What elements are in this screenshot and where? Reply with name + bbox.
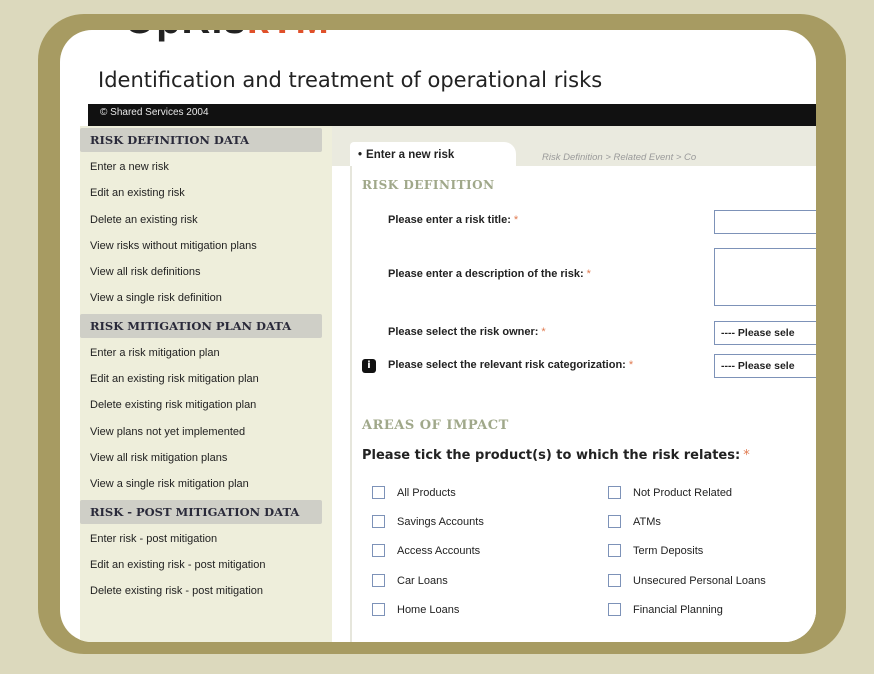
checkbox-box[interactable]	[608, 603, 621, 616]
risk-categorization-select[interactable]: ---- Please sele	[714, 354, 816, 378]
breadcrumb: Risk Definition > Related Event > Co	[542, 152, 697, 163]
sidebar-item-single-mitigation-plan[interactable]: View a single risk mitigation plan	[80, 471, 332, 497]
checkbox-box[interactable]	[372, 603, 385, 616]
checkbox-box[interactable]	[608, 574, 621, 587]
sidebar-section-post-mitigation: RISK - POST MITIGATION DATA	[80, 499, 322, 524]
top-bar: © Shared Services 2004	[88, 104, 816, 126]
sidebar-item-enter-post-mitigation[interactable]: Enter risk - post mitigation	[80, 526, 332, 552]
risk-owner-label: Please select the risk owner: *	[388, 326, 546, 338]
checkbox-box[interactable]	[608, 515, 621, 528]
checkbox-home-loans[interactable]: Home Loans	[372, 603, 459, 616]
sidebar-item-enter-mitigation-plan[interactable]: Enter a risk mitigation plan	[80, 340, 332, 366]
app-screen: OpRiskTM Identification and treatment of…	[60, 30, 816, 642]
section-title-risk-definition: RISK DEFINITION	[362, 178, 495, 192]
copyright-text: © Shared Services 2004	[100, 107, 209, 118]
form-panel: RISK DEFINITION Please enter a risk titl…	[350, 166, 816, 642]
sidebar-section-risk-definition: RISK DEFINITION DATA	[80, 128, 322, 152]
sidebar-item-delete-post-mitigation[interactable]: Delete existing risk - post mitigation	[80, 578, 332, 604]
info-icon[interactable]: i	[362, 359, 376, 373]
checkbox-car-loans[interactable]: Car Loans	[372, 574, 448, 587]
checkbox-box[interactable]	[372, 515, 385, 528]
sidebar-item-single-risk-definition[interactable]: View a single risk definition	[80, 285, 332, 311]
checkbox-term-deposits[interactable]: Term Deposits	[608, 544, 703, 557]
sidebar-item-edit-risk[interactable]: Edit an existing risk	[80, 180, 332, 206]
checkbox-financial-planning[interactable]: Financial Planning	[608, 603, 723, 616]
checkbox-box[interactable]	[372, 486, 385, 499]
sidebar: RISK DEFINITION DATA Enter a new risk Ed…	[80, 126, 332, 642]
tab-label: Enter a new risk	[366, 149, 455, 161]
risk-owner-select[interactable]: ---- Please sele	[714, 321, 816, 345]
main-content: • Enter a new risk Risk Definition > Rela…	[332, 126, 816, 642]
sidebar-item-risks-without-plans[interactable]: View risks without mitigation plans	[80, 233, 332, 259]
checkbox-box[interactable]	[372, 574, 385, 587]
sidebar-item-plans-not-implemented[interactable]: View plans not yet implemented	[80, 419, 332, 445]
section-title-areas-of-impact: AREAS OF IMPACT	[362, 418, 509, 433]
app-subtitle: Identification and treatment of operatio…	[98, 68, 603, 92]
risk-categorization-label: Please select the relevant risk categori…	[388, 359, 634, 371]
checkbox-not-product-related[interactable]: Not Product Related	[608, 486, 732, 499]
app-logo: OpRiskTM	[124, 30, 330, 43]
sidebar-item-all-mitigation-plans[interactable]: View all risk mitigation plans	[80, 445, 332, 471]
risk-title-label: Please enter a risk title: *	[388, 214, 519, 226]
tab-bullet: •	[358, 149, 363, 161]
checkbox-atms[interactable]: ATMs	[608, 515, 661, 528]
checkbox-box[interactable]	[372, 544, 385, 557]
sidebar-item-enter-new-risk[interactable]: Enter a new risk	[80, 154, 332, 180]
risk-description-label: Please enter a description of the risk: *	[388, 268, 591, 280]
risk-title-input[interactable]	[714, 210, 816, 234]
checkbox-unsecured-personal-loans[interactable]: Unsecured Personal Loans	[608, 574, 766, 587]
sidebar-section-mitigation-plan: RISK MITIGATION PLAN DATA	[80, 313, 322, 338]
sidebar-item-delete-mitigation-plan[interactable]: Delete existing risk mitigation plan	[80, 392, 332, 418]
sidebar-item-delete-risk[interactable]: Delete an existing risk	[80, 207, 332, 233]
sidebar-item-edit-post-mitigation[interactable]: Edit an existing risk - post mitigation	[80, 552, 332, 578]
checkbox-box[interactable]	[608, 544, 621, 557]
checkbox-box[interactable]	[608, 486, 621, 499]
risk-description-textarea[interactable]	[714, 248, 816, 306]
sidebar-item-edit-mitigation-plan[interactable]: Edit an existing risk mitigation plan	[80, 366, 332, 392]
checkbox-all-products[interactable]: All Products	[372, 486, 456, 499]
checkbox-access-accounts[interactable]: Access Accounts	[372, 544, 480, 557]
checkbox-savings-accounts[interactable]: Savings Accounts	[372, 515, 484, 528]
sidebar-item-all-risk-definitions[interactable]: View all risk definitions	[80, 259, 332, 285]
products-question: Please tick the product(s) to which the …	[362, 448, 750, 463]
